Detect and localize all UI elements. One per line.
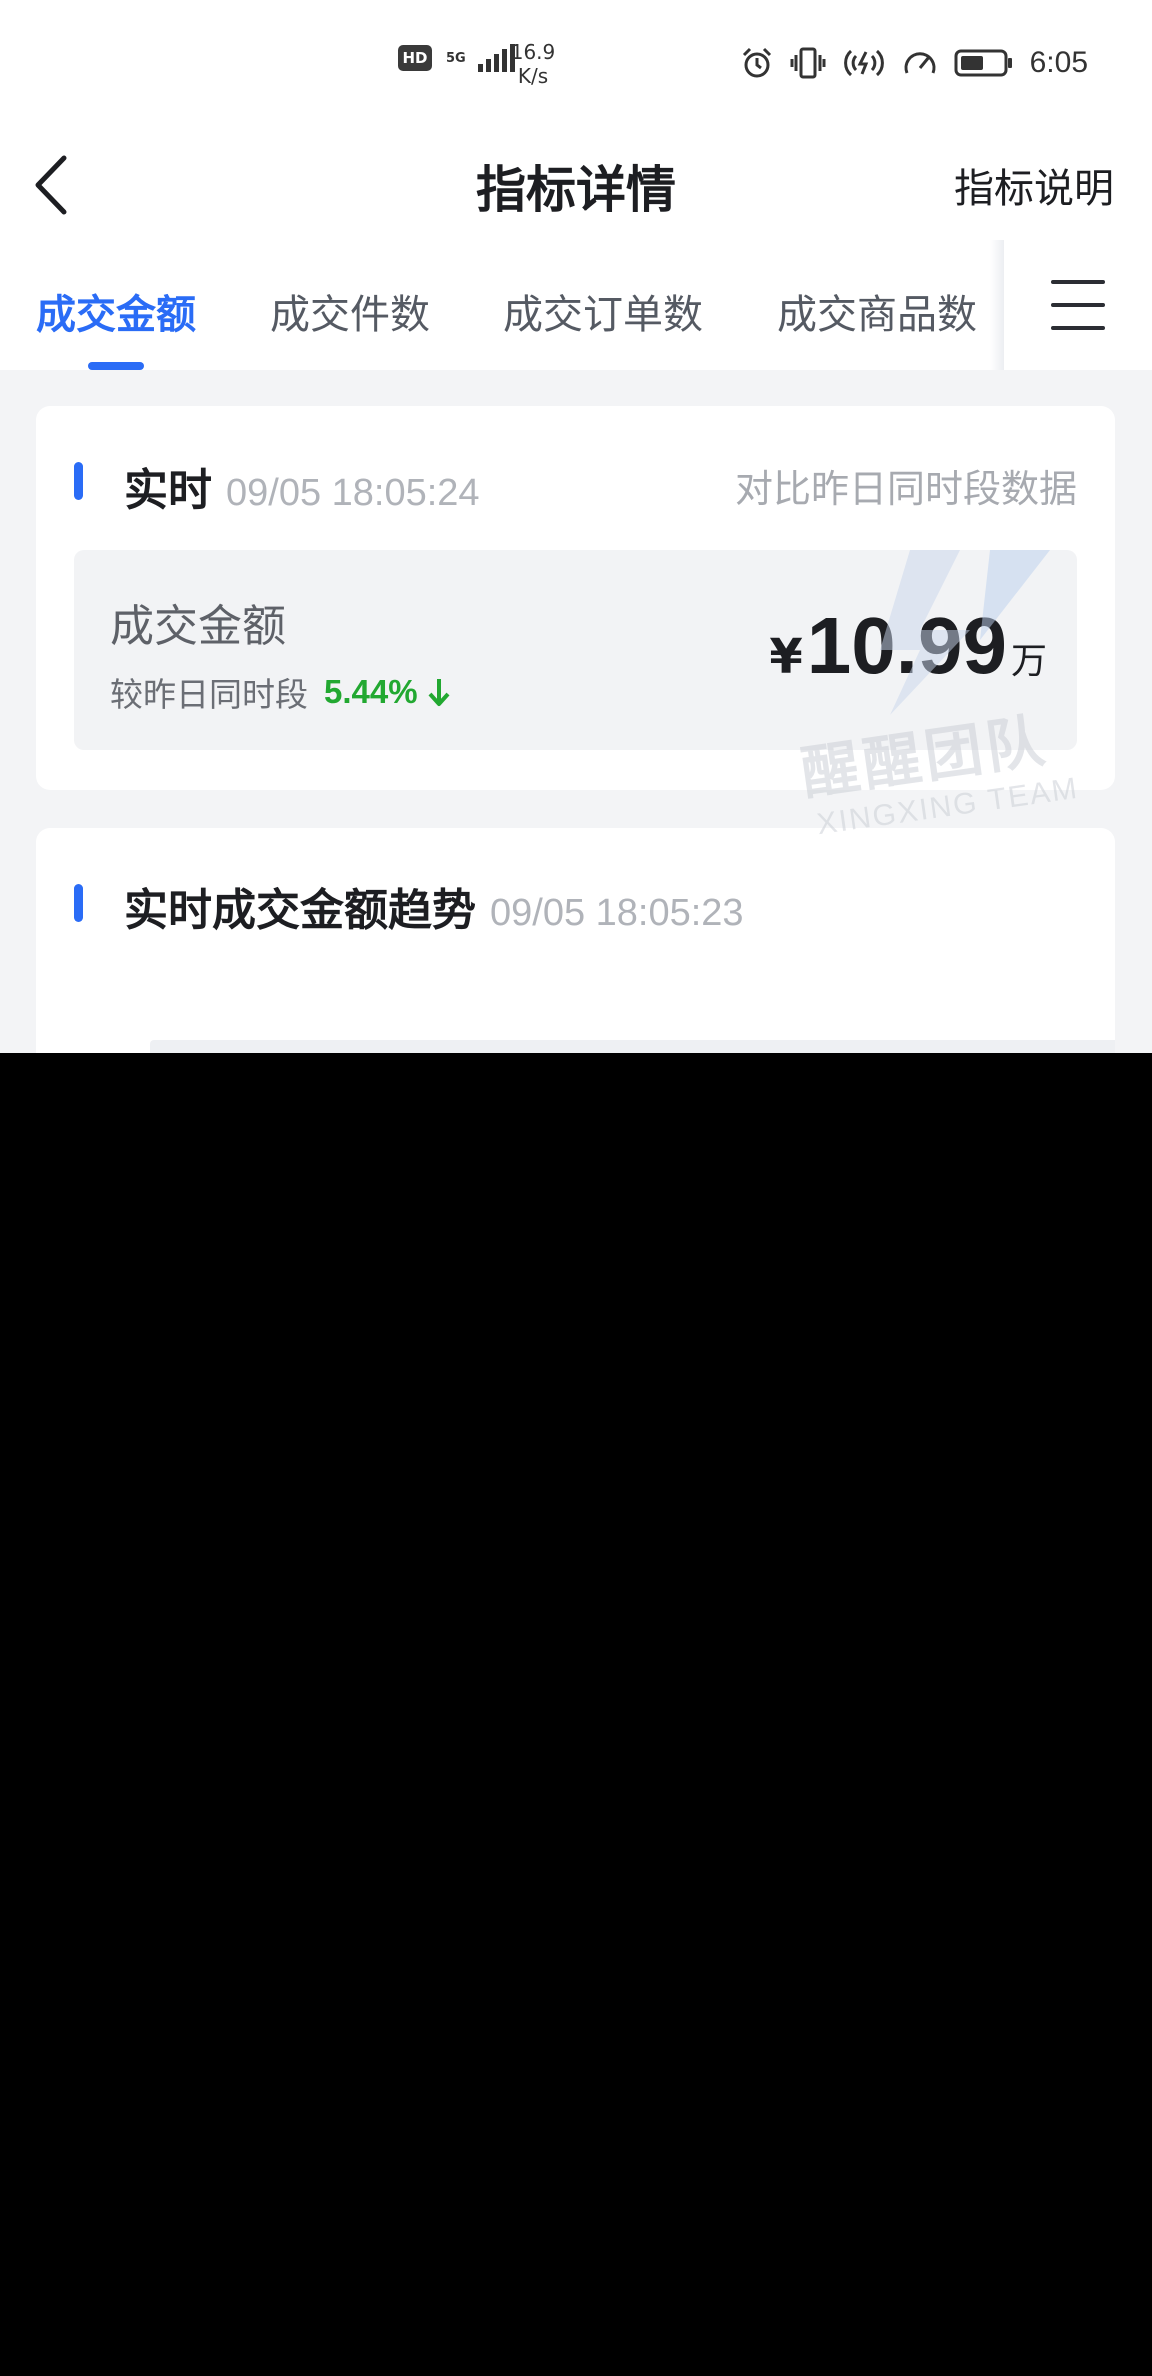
section-marker — [74, 462, 83, 500]
tabs-fade-divider — [990, 240, 1004, 370]
compare-yesterday-link[interactable]: 对比昨日同时段数据 — [735, 458, 1077, 513]
realtime-title: 实时 — [124, 465, 212, 516]
realtime-heading: 实时 09/05 18:05:24 — [124, 454, 480, 518]
trend-chart-area — [150, 1040, 1115, 1053]
arrow-down-icon — [428, 679, 450, 706]
nav-bar: 指标详情 指标说明 — [0, 130, 1152, 240]
metric-help-link[interactable]: 指标说明 — [954, 156, 1114, 214]
currency-symbol: ¥ — [769, 629, 803, 685]
metric-summary: 成交金额 较昨日同时段 5.44% ¥ 10.99 万 — [74, 550, 1077, 750]
active-tab-indicator — [88, 362, 144, 370]
change-percent: 5.44% — [324, 673, 418, 710]
system-indicators: 6:05 — [740, 46, 1088, 80]
hamburger-menu-icon — [1051, 280, 1105, 330]
metric-value: ¥ 10.99 万 — [769, 600, 1047, 692]
network-type: 5G — [446, 50, 466, 66]
metric-unit: 万 — [1010, 641, 1047, 682]
app-screen: HD 5G 16.9 K/s 6:05 指标详情 指标说明 成交金额 成交件数 … — [0, 0, 1152, 1053]
trend-timestamp: 09/05 18:05:23 — [490, 892, 744, 934]
speed-unit: K/s — [517, 64, 549, 88]
section-marker — [74, 884, 83, 922]
status-time: 6:05 — [1029, 46, 1088, 79]
comparison-label: 较昨日同时段 — [110, 675, 308, 714]
trend-card: 实时成交金额趋势 09/05 18:05:23 — [36, 828, 1115, 1053]
tabs-menu-button[interactable] — [1004, 240, 1152, 370]
tab-deal-orders[interactable]: 成交订单数 — [503, 282, 703, 340]
trend-title: 实时成交金额趋势 — [124, 885, 476, 936]
speed-value: 16.9 — [510, 40, 556, 64]
vibrate-icon — [790, 47, 826, 79]
network-speed: 16.9 K/s — [503, 40, 563, 88]
speedometer-icon — [904, 52, 936, 74]
tab-deal-items[interactable]: 成交件数 — [270, 282, 430, 340]
tab-deal-products[interactable]: 成交商品数 — [777, 282, 977, 340]
network-indicators: HD 5G — [398, 44, 515, 72]
hd-badge: HD — [398, 45, 432, 71]
metric-number: 10.99 — [806, 601, 1007, 690]
realtime-card: 实时 09/05 18:05:24 对比昨日同时段数据 成交金额 较昨日同时段 5… — [36, 406, 1115, 790]
metric-comparison: 较昨日同时段 5.44% — [110, 668, 450, 716]
metric-label: 成交金额 — [110, 601, 286, 652]
hotspot-icon — [843, 49, 884, 77]
alarm-icon — [742, 47, 771, 78]
trend-heading: 实时成交金额趋势 09/05 18:05:23 — [124, 874, 744, 938]
tab-deal-amount[interactable]: 成交金额 — [36, 282, 196, 340]
battery-icon — [954, 49, 1012, 77]
status-bar: HD 5G 16.9 K/s 6:05 — [0, 0, 1152, 130]
metric-tabs: 成交金额 成交件数 成交订单数 成交商品数 — [0, 240, 1152, 370]
realtime-timestamp: 09/05 18:05:24 — [226, 472, 480, 514]
